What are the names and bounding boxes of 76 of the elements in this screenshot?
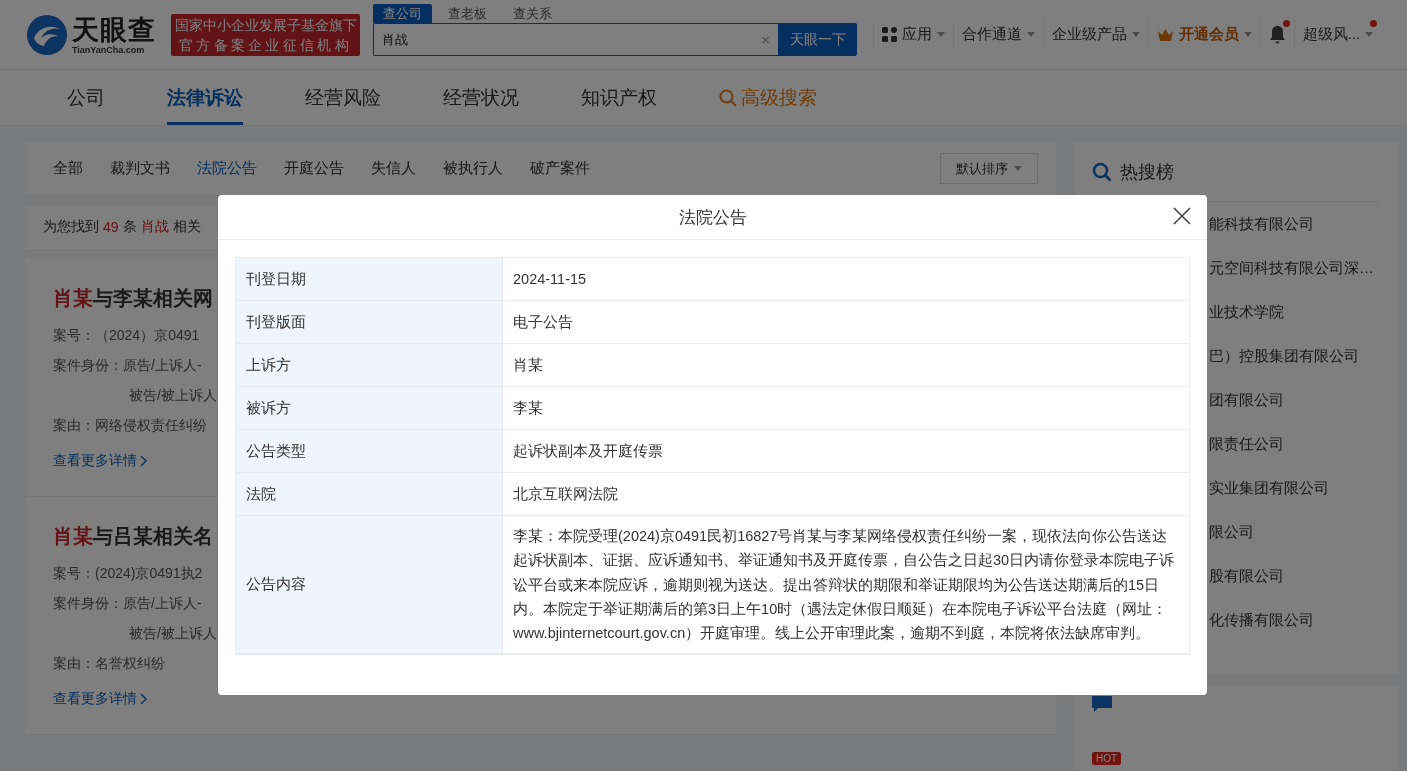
- caret-icon: [1365, 32, 1374, 37]
- search-tab[interactable]: 查公司: [373, 4, 432, 23]
- field-label: 刊登日期: [236, 258, 503, 301]
- case-detail: 案号：（2024）京0491: [53, 326, 200, 345]
- search-tab[interactable]: 查老板: [438, 4, 497, 23]
- caret-icon: [937, 32, 945, 37]
- nav-menu-item[interactable]: 企业级产品: [1043, 19, 1148, 50]
- category-tab[interactable]: 公司: [67, 70, 105, 125]
- category-tab[interactable]: 知识产权: [581, 70, 657, 125]
- category-tab[interactable]: 法律诉讼: [167, 70, 243, 125]
- hot-search-title: 热搜榜: [1120, 160, 1174, 184]
- case-detail: 案件身份：原告/上诉人-: [53, 356, 202, 375]
- field-label: 上诉方: [236, 344, 503, 387]
- case-detail: 案件身份：原告/上诉人-: [53, 594, 202, 613]
- nav-menu-item[interactable]: 应用: [873, 19, 953, 50]
- search-icon: [719, 88, 737, 107]
- case-title[interactable]: 肖某与吕某相关名: [53, 523, 213, 550]
- caret-icon: [1014, 166, 1022, 171]
- logo-domain: TianYanCha.com: [72, 44, 146, 55]
- search-icon: [1092, 161, 1112, 182]
- user-menu[interactable]: 超级风...: [1294, 19, 1382, 50]
- category-tab[interactable]: 经营状况: [443, 70, 519, 125]
- more-details-link[interactable]: 查看更多详情: [53, 452, 147, 470]
- case-detail: 案号：(2024)京0491执2: [53, 564, 203, 583]
- category-tab[interactable]: 经营风险: [305, 70, 381, 125]
- filter-tab[interactable]: 全部: [53, 159, 83, 178]
- crown-icon: [1157, 27, 1174, 42]
- chevron-right-icon: [140, 455, 147, 467]
- advanced-search-link[interactable]: 高级搜索: [719, 70, 817, 125]
- result-count: 49: [103, 219, 119, 235]
- case-detail: 被告/被上诉人: [129, 624, 217, 643]
- field-label: 被诉方: [236, 387, 503, 430]
- search-field[interactable]: 肖战 ×: [373, 23, 778, 56]
- logo-icon: [26, 13, 68, 56]
- case-detail: 案由：名誉权纠纷: [53, 654, 165, 673]
- caret-icon: [1132, 32, 1140, 37]
- result-count-text: 相关: [172, 218, 201, 236]
- filter-tab[interactable]: 被执行人: [443, 159, 503, 178]
- field-value: 起诉状副本及开庭传票: [503, 430, 1189, 473]
- filter-tab[interactable]: 开庭公告: [284, 159, 344, 178]
- nav-menu-item[interactable]: 合作通道: [953, 19, 1043, 50]
- result-count-text: 条: [122, 218, 137, 236]
- announcement-text: 李某：本院受理(2024)京0491民初16827号肖某与李某网络侵权责任纠纷一案，现依法向你公告送达起诉状副本、证据、应诉通知书、举证通知书及开庭传票，自公告之日起30日内请你登录本院电子诉讼平台或来本院应诉，逾期则视为送达。提出答辩状的期限和举证期限均为公告送达期满后的15日内。本院定于举证期满后的第3日上午10时（遇法定休假日顺延）在本院电子诉讼平台法庭（网址：www.bjinternetcourt.gov.cn）开庭审理。线上公开审理此案，逾期不到庭，本院将依法缺席审判。: [503, 516, 1189, 655]
- nav-menu-item[interactable]: 开通会员: [1148, 19, 1260, 50]
- filter-tab[interactable]: 法院公告: [197, 159, 257, 178]
- filter-tab[interactable]: 失信人: [371, 159, 416, 178]
- filter-tab[interactable]: 破产案件: [530, 159, 590, 178]
- grid-icon: [882, 27, 897, 42]
- more-details-link[interactable]: 查看更多详情: [53, 690, 147, 708]
- field-label: 刊登版面: [236, 301, 503, 344]
- logo-name: 天眼查: [72, 14, 156, 45]
- case-detail: 被告/被上诉人: [129, 386, 217, 405]
- field-value: 北京互联网法院: [503, 473, 1189, 516]
- field-value: 肖某: [503, 344, 1189, 387]
- case-title[interactable]: 肖某与李某相关网: [53, 285, 213, 312]
- field-label: 法院: [236, 473, 503, 516]
- filter-tab[interactable]: 裁判文书: [110, 159, 170, 178]
- chat-icon: [1092, 696, 1112, 712]
- case-detail: 案由：网络侵权责任纠纷: [53, 416, 207, 435]
- bell-icon: [1269, 25, 1286, 44]
- chevron-right-icon: [140, 693, 147, 705]
- field-value: 电子公告: [503, 301, 1189, 344]
- search-tab[interactable]: 查关系: [503, 4, 562, 23]
- field-label: 公告内容: [236, 516, 503, 655]
- search-keyword: 肖战: [140, 218, 169, 236]
- sort-dropdown[interactable]: 默认排序: [940, 153, 1038, 184]
- caret-icon: [1027, 32, 1035, 37]
- dialog-title: 法院公告: [678, 206, 747, 229]
- field-value: 2024-11-15: [503, 258, 1189, 301]
- promo-badge: 国家中小企业发展子基金旗下 官方备案企业征信机构: [171, 13, 360, 56]
- result-count-text: 为您找到: [43, 218, 99, 236]
- field-value: 李某: [503, 387, 1189, 430]
- caret-icon: [1244, 32, 1252, 37]
- field-label: 公告类型: [236, 430, 503, 473]
- search-button[interactable]: 天眼一下: [778, 23, 857, 56]
- hot-badge: HOT: [1092, 752, 1122, 765]
